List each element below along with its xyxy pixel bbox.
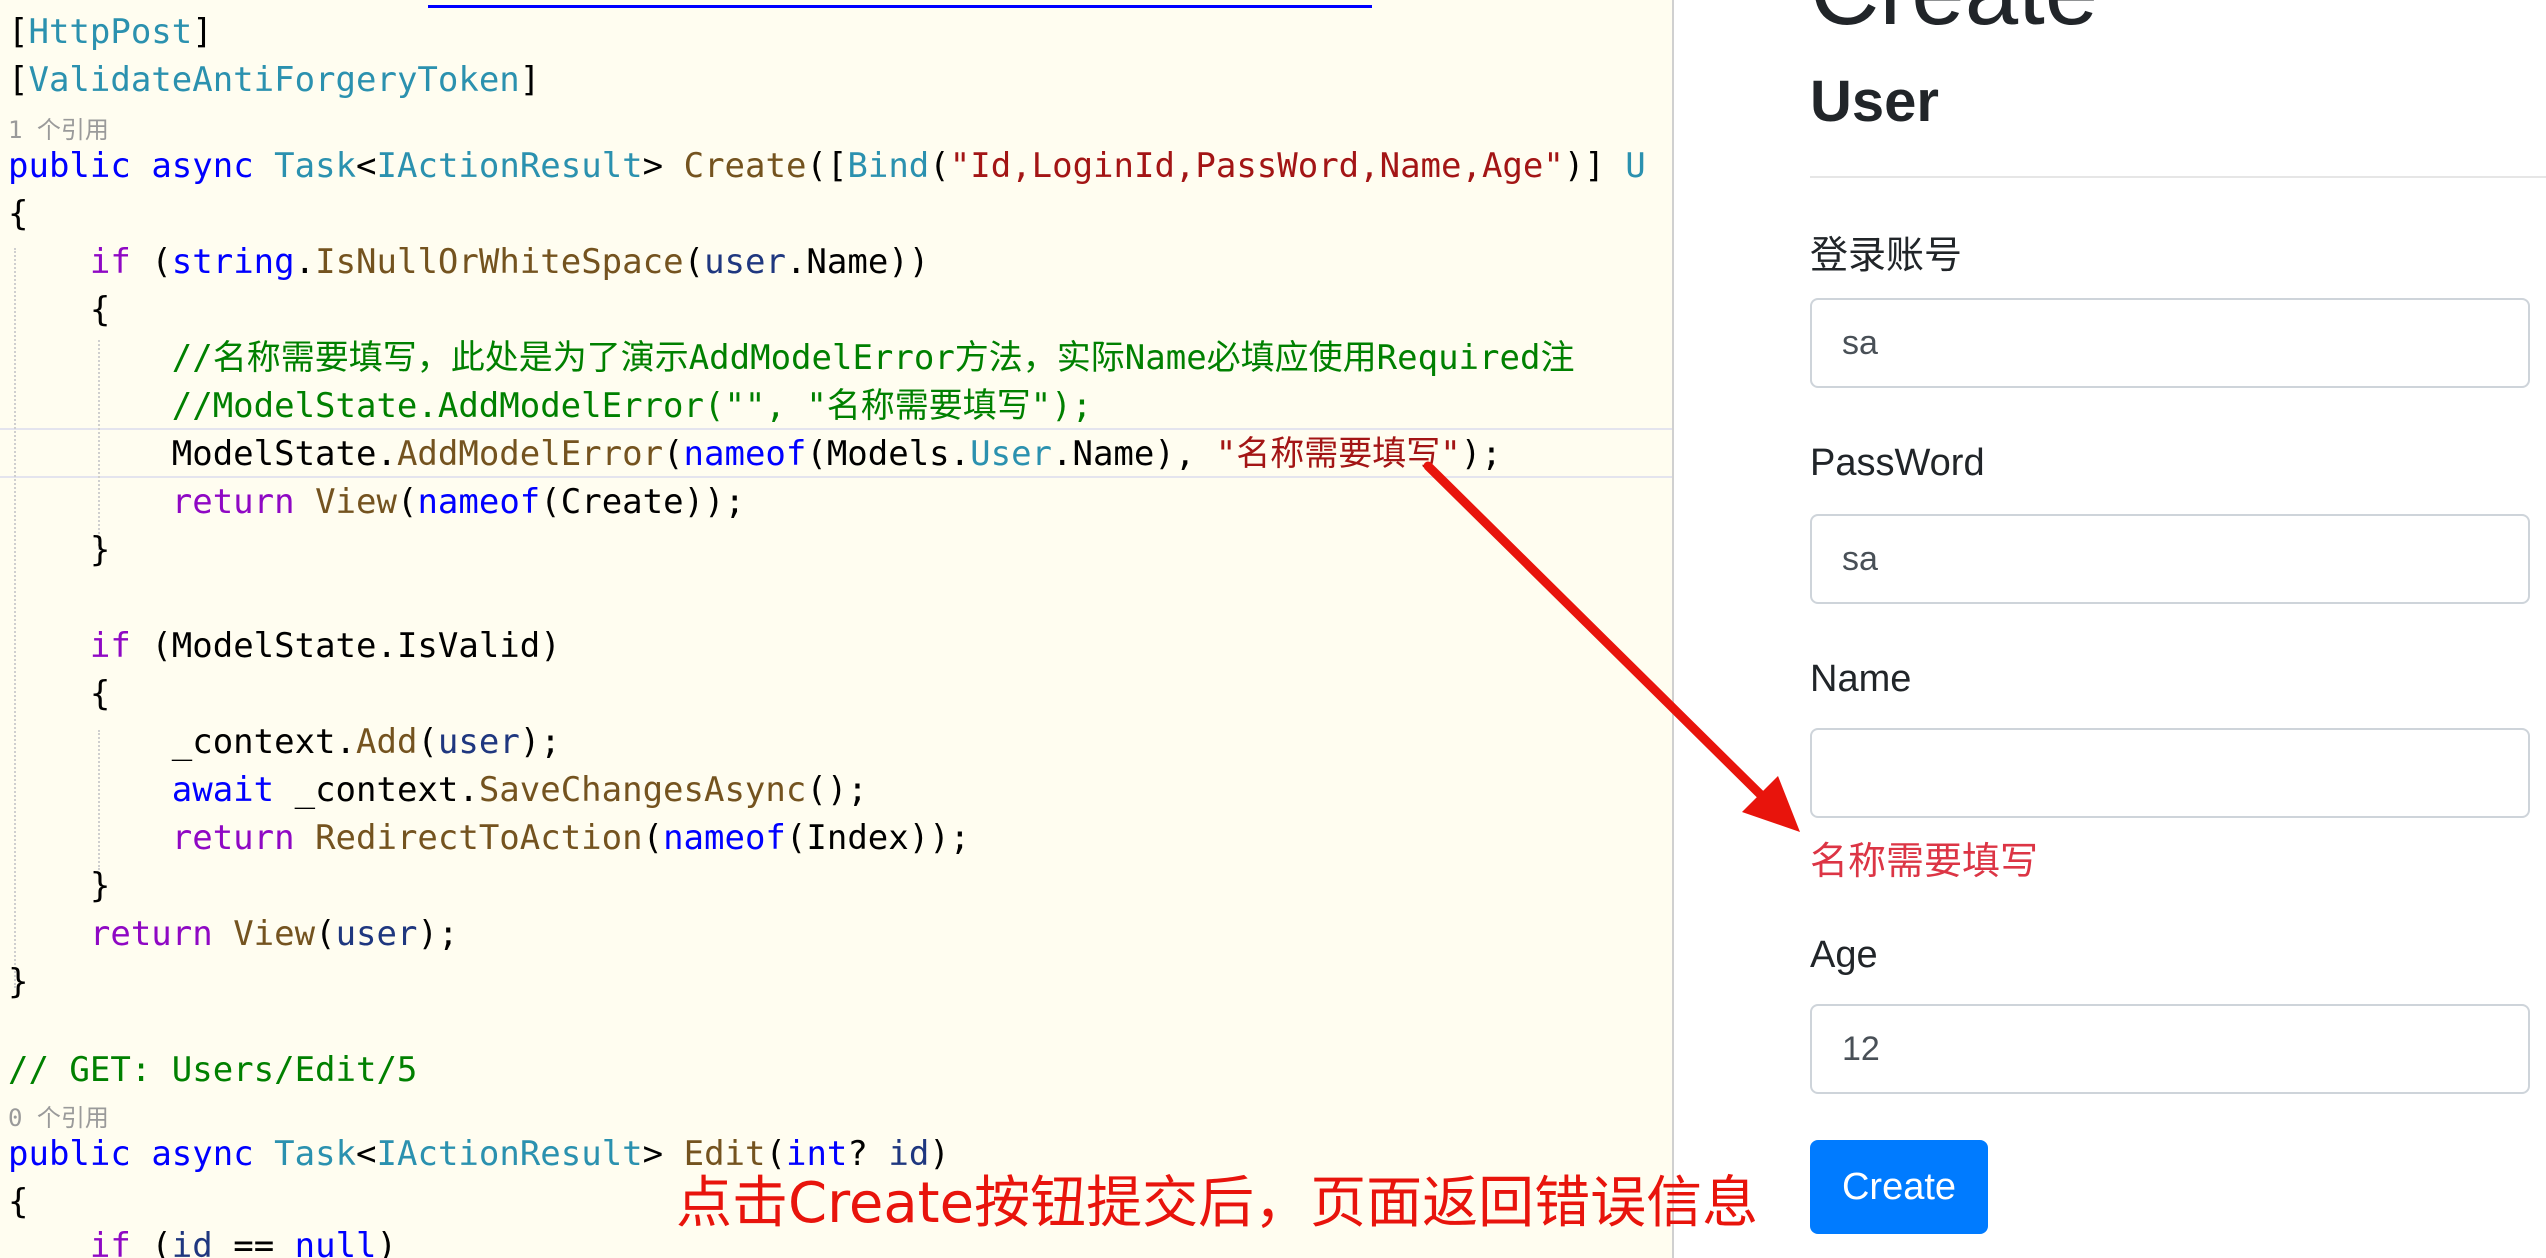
loginid-label: 登录账号 (1810, 235, 1963, 277)
name-validation-error: 名称需要填写 (1810, 841, 2039, 883)
code-editor[interactable]: [HttpPost] [ValidateAntiForgeryToken] 1 … (0, 0, 1672, 1258)
code-line: { (8, 290, 111, 330)
code-line: return RedirectToAction(nameof(Index)); (171, 818, 971, 858)
code-line: if (ModelState.IsValid) (89, 626, 561, 666)
code-line: return View(nameof(Create)); (171, 482, 745, 522)
page-title: Create (1810, 0, 2098, 42)
code-line: { (8, 194, 29, 234)
code-comment: // GET: Users/Edit/5 (8, 1050, 418, 1090)
browser-page: Create User 登录账号 sa PassWord sa Name 名称需… (1674, 0, 2546, 1258)
password-input[interactable]: sa (1810, 514, 2530, 604)
code-line: } (8, 530, 111, 570)
annotation-text: 点击Create按钮提交后，页面返回错误信息 (676, 1171, 1759, 1236)
name-input[interactable] (1810, 728, 2530, 818)
code-line: if (id == null) (89, 1226, 398, 1258)
code-line: await _context.SaveChangesAsync(); (171, 770, 868, 810)
code-comment: //ModelState.AddModelError("", "名称需要填写")… (8, 386, 1093, 426)
password-label: PassWord (1810, 442, 1985, 484)
create-button[interactable]: Create (1810, 1140, 1988, 1234)
codelens-references[interactable]: 1 个引用 (8, 110, 109, 145)
name-label: Name (1810, 658, 1912, 700)
code-line: { (8, 674, 111, 714)
code-line: return View(user); (89, 914, 459, 954)
code-line: _context.Add(user); (8, 722, 561, 762)
code-line: { (8, 1182, 29, 1222)
age-label: Age (1810, 934, 1878, 976)
link-underline (428, 0, 1372, 8)
code-line: } (8, 866, 111, 906)
code-line: public async Task<IActionResult> Create(… (8, 146, 1646, 186)
codelens-references[interactable]: 0 个引用 (8, 1098, 109, 1133)
code-line: if (string.IsNullOrWhiteSpace(user.Name)… (89, 242, 930, 282)
loginid-input[interactable]: sa (1810, 298, 2530, 388)
age-input[interactable]: 12 (1810, 1004, 2530, 1094)
code-line: } (8, 962, 29, 1002)
page-subtitle: User (1810, 69, 1939, 134)
code-line: [ValidateAntiForgeryToken] (8, 60, 541, 100)
divider (1810, 176, 2546, 178)
code-line: [HttpPost] (8, 12, 213, 52)
code-comment: //名称需要填写，此处是为了演示AddModelError方法，实际Name必填… (8, 338, 1575, 378)
code-line: ModelState.AddModelError(nameof(Models.U… (8, 434, 1502, 474)
